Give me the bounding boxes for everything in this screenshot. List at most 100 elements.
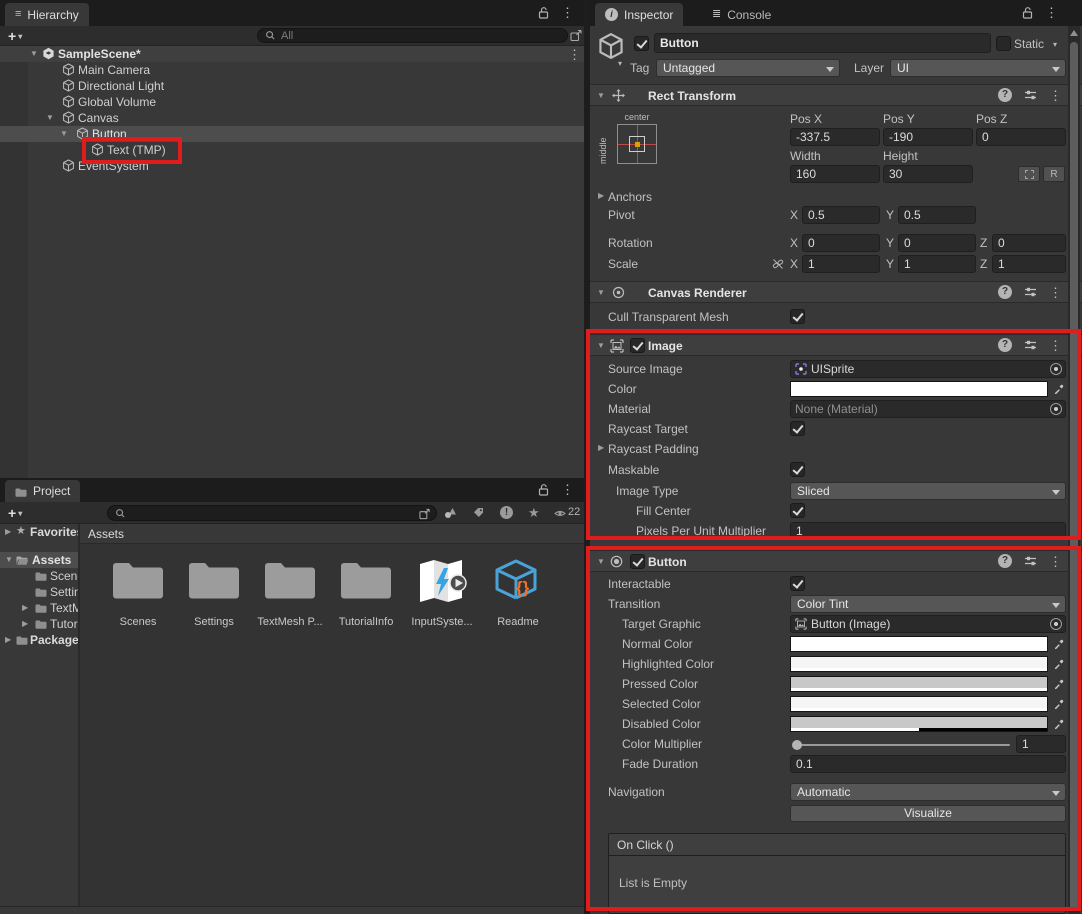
source-image-object-field[interactable]: UISprite: [790, 360, 1066, 378]
maskable-checkbox[interactable]: [790, 462, 805, 477]
width-field[interactable]: 160: [790, 165, 880, 183]
tab-inspector[interactable]: i Inspector: [595, 3, 683, 26]
tree-row-tutorialinfo[interactable]: ▶ TutorialInfo: [0, 616, 78, 632]
open-search-window-icon[interactable]: [419, 508, 431, 520]
tree-row-assets[interactable]: ▼ Assets: [0, 552, 78, 568]
add-asset-button[interactable]: +▾: [8, 505, 22, 521]
eyedropper-icon[interactable]: [1054, 658, 1065, 669]
tree-row-packages[interactable]: ▶ Packages: [0, 632, 78, 648]
highlighted-color-swatch[interactable]: [790, 656, 1048, 672]
foldout-open-icon[interactable]: ▼: [60, 130, 68, 138]
foldout-closed-icon[interactable]: ▶: [598, 192, 604, 200]
search-by-type-icon[interactable]: [444, 507, 457, 518]
raycast-target-checkbox[interactable]: [790, 421, 805, 436]
tree-row-favorites[interactable]: ▶ ★ Favorites: [0, 524, 78, 540]
kebab-menu-icon[interactable]: ⋮: [561, 6, 574, 19]
canvas-renderer-header[interactable]: ▼ Canvas Renderer ? ⋮: [590, 281, 1082, 303]
slider-knob[interactable]: [792, 740, 802, 750]
tree-row-scenes[interactable]: Scenes: [0, 568, 78, 584]
lock-icon[interactable]: [538, 483, 549, 496]
eyedropper-icon[interactable]: [1054, 383, 1065, 394]
hierarchy-row-scene[interactable]: ▼ SampleScene* ⋮: [0, 46, 584, 62]
scroll-up-arrow[interactable]: [1070, 30, 1078, 36]
hierarchy-row-main-camera[interactable]: Main Camera: [0, 62, 584, 78]
scale-x-field[interactable]: 1: [802, 255, 880, 273]
hierarchy-row-canvas[interactable]: ▼ Canvas: [0, 110, 584, 126]
rect-transform-header[interactable]: ▼ Rect Transform ? ⋮: [590, 84, 1082, 106]
eyedropper-icon[interactable]: [1054, 678, 1065, 689]
hierarchy-row-global-volume[interactable]: Global Volume: [0, 94, 584, 110]
lock-icon[interactable]: [1022, 6, 1033, 19]
height-field[interactable]: 30: [883, 165, 973, 183]
foldout-open-icon[interactable]: ▼: [46, 114, 54, 122]
foldout-closed-icon[interactable]: ▶: [598, 444, 604, 452]
presets-icon[interactable]: [1024, 555, 1037, 567]
hierarchy-search-input[interactable]: All: [257, 28, 568, 43]
button-enabled-checkbox[interactable]: [630, 554, 645, 569]
favorite-search-icon[interactable]: ★: [528, 505, 540, 521]
image-type-dropdown[interactable]: Sliced: [790, 482, 1066, 500]
hierarchy-row-eventsystem[interactable]: EventSystem: [0, 158, 584, 174]
material-object-field[interactable]: None (Material): [790, 400, 1066, 418]
object-picker-icon[interactable]: [1050, 618, 1062, 630]
presets-icon[interactable]: [1024, 339, 1037, 351]
kebab-menu-icon[interactable]: ⋮: [1045, 6, 1058, 19]
import-warning-icon[interactable]: !: [500, 506, 513, 519]
help-icon[interactable]: ?: [998, 285, 1012, 299]
project-search-input[interactable]: [107, 505, 437, 521]
hierarchy-row-button-selected[interactable]: ▼ Button: [0, 126, 584, 142]
open-search-window-icon[interactable]: [570, 29, 583, 42]
active-checkbox[interactable]: [634, 36, 649, 51]
tab-project[interactable]: Project: [5, 480, 80, 502]
foldout-open-icon[interactable]: ▼: [30, 50, 38, 58]
eyedropper-icon[interactable]: [1054, 638, 1065, 649]
foldout-closed-icon[interactable]: ▶: [5, 636, 11, 644]
help-icon[interactable]: ?: [998, 338, 1012, 352]
gameobject-icon-dropdown-arrow[interactable]: ▾: [618, 60, 622, 68]
pos-y-field[interactable]: -190: [883, 128, 973, 146]
target-graphic-object-field[interactable]: Button (Image): [790, 615, 1066, 633]
gameobject-icon[interactable]: [597, 32, 625, 60]
help-icon[interactable]: ?: [998, 88, 1012, 102]
pivot-y-field[interactable]: 0.5: [898, 206, 976, 224]
tab-hierarchy[interactable]: ≡ Hierarchy: [5, 3, 89, 26]
breadcrumb[interactable]: Assets: [88, 527, 124, 541]
foldout-closed-icon[interactable]: ▶: [22, 604, 28, 612]
inspector-scrollbar[interactable]: [1068, 26, 1080, 914]
raw-edit-mode-button[interactable]: R: [1043, 166, 1065, 182]
object-picker-icon[interactable]: [1050, 403, 1062, 415]
foldout-closed-icon[interactable]: ▶: [22, 620, 28, 628]
ppu-field[interactable]: 1: [790, 522, 1066, 540]
foldout-closed-icon[interactable]: ▶: [5, 528, 11, 536]
hierarchy-row-text-tmp[interactable]: Text (TMP): [0, 142, 584, 158]
tree-row-settings[interactable]: Settings: [0, 584, 78, 600]
unlinked-scale-icon[interactable]: [772, 258, 784, 270]
lock-icon[interactable]: [538, 6, 549, 19]
navigation-dropdown[interactable]: Automatic: [790, 783, 1066, 801]
hierarchy-row-directional-light[interactable]: Directional Light: [0, 78, 584, 94]
visualize-button[interactable]: Visualize: [790, 805, 1066, 822]
tree-row-textmeshpro[interactable]: ▶ TextMesh Pro: [0, 600, 78, 616]
foldout-open-icon[interactable]: ▼: [597, 289, 605, 297]
color-multiplier-field[interactable]: 1: [1016, 735, 1066, 753]
hidden-count-eye-icon[interactable]: [554, 509, 566, 518]
kebab-menu-icon[interactable]: ⋮: [1049, 339, 1062, 352]
foldout-open-icon[interactable]: ▼: [597, 342, 605, 350]
rotation-z-field[interactable]: 0: [992, 234, 1066, 252]
add-gameobject-button[interactable]: +▾: [8, 28, 22, 44]
search-by-label-icon[interactable]: [473, 507, 484, 518]
transition-dropdown[interactable]: Color Tint: [790, 595, 1066, 613]
help-icon[interactable]: ?: [998, 554, 1012, 568]
normal-color-swatch[interactable]: [790, 636, 1048, 652]
kebab-menu-icon[interactable]: ⋮: [1049, 555, 1062, 568]
fade-duration-field[interactable]: 0.1: [790, 755, 1066, 773]
eyedropper-icon[interactable]: [1054, 698, 1065, 709]
presets-icon[interactable]: [1024, 89, 1037, 101]
pos-x-field[interactable]: -337.5: [790, 128, 880, 146]
rotation-x-field[interactable]: 0: [802, 234, 880, 252]
fill-center-checkbox[interactable]: [790, 503, 805, 518]
disabled-color-swatch[interactable]: [790, 716, 1048, 732]
scrollbar-thumb[interactable]: [1070, 42, 1078, 910]
foldout-open-icon[interactable]: ▼: [597, 92, 605, 100]
rotation-y-field[interactable]: 0: [898, 234, 976, 252]
